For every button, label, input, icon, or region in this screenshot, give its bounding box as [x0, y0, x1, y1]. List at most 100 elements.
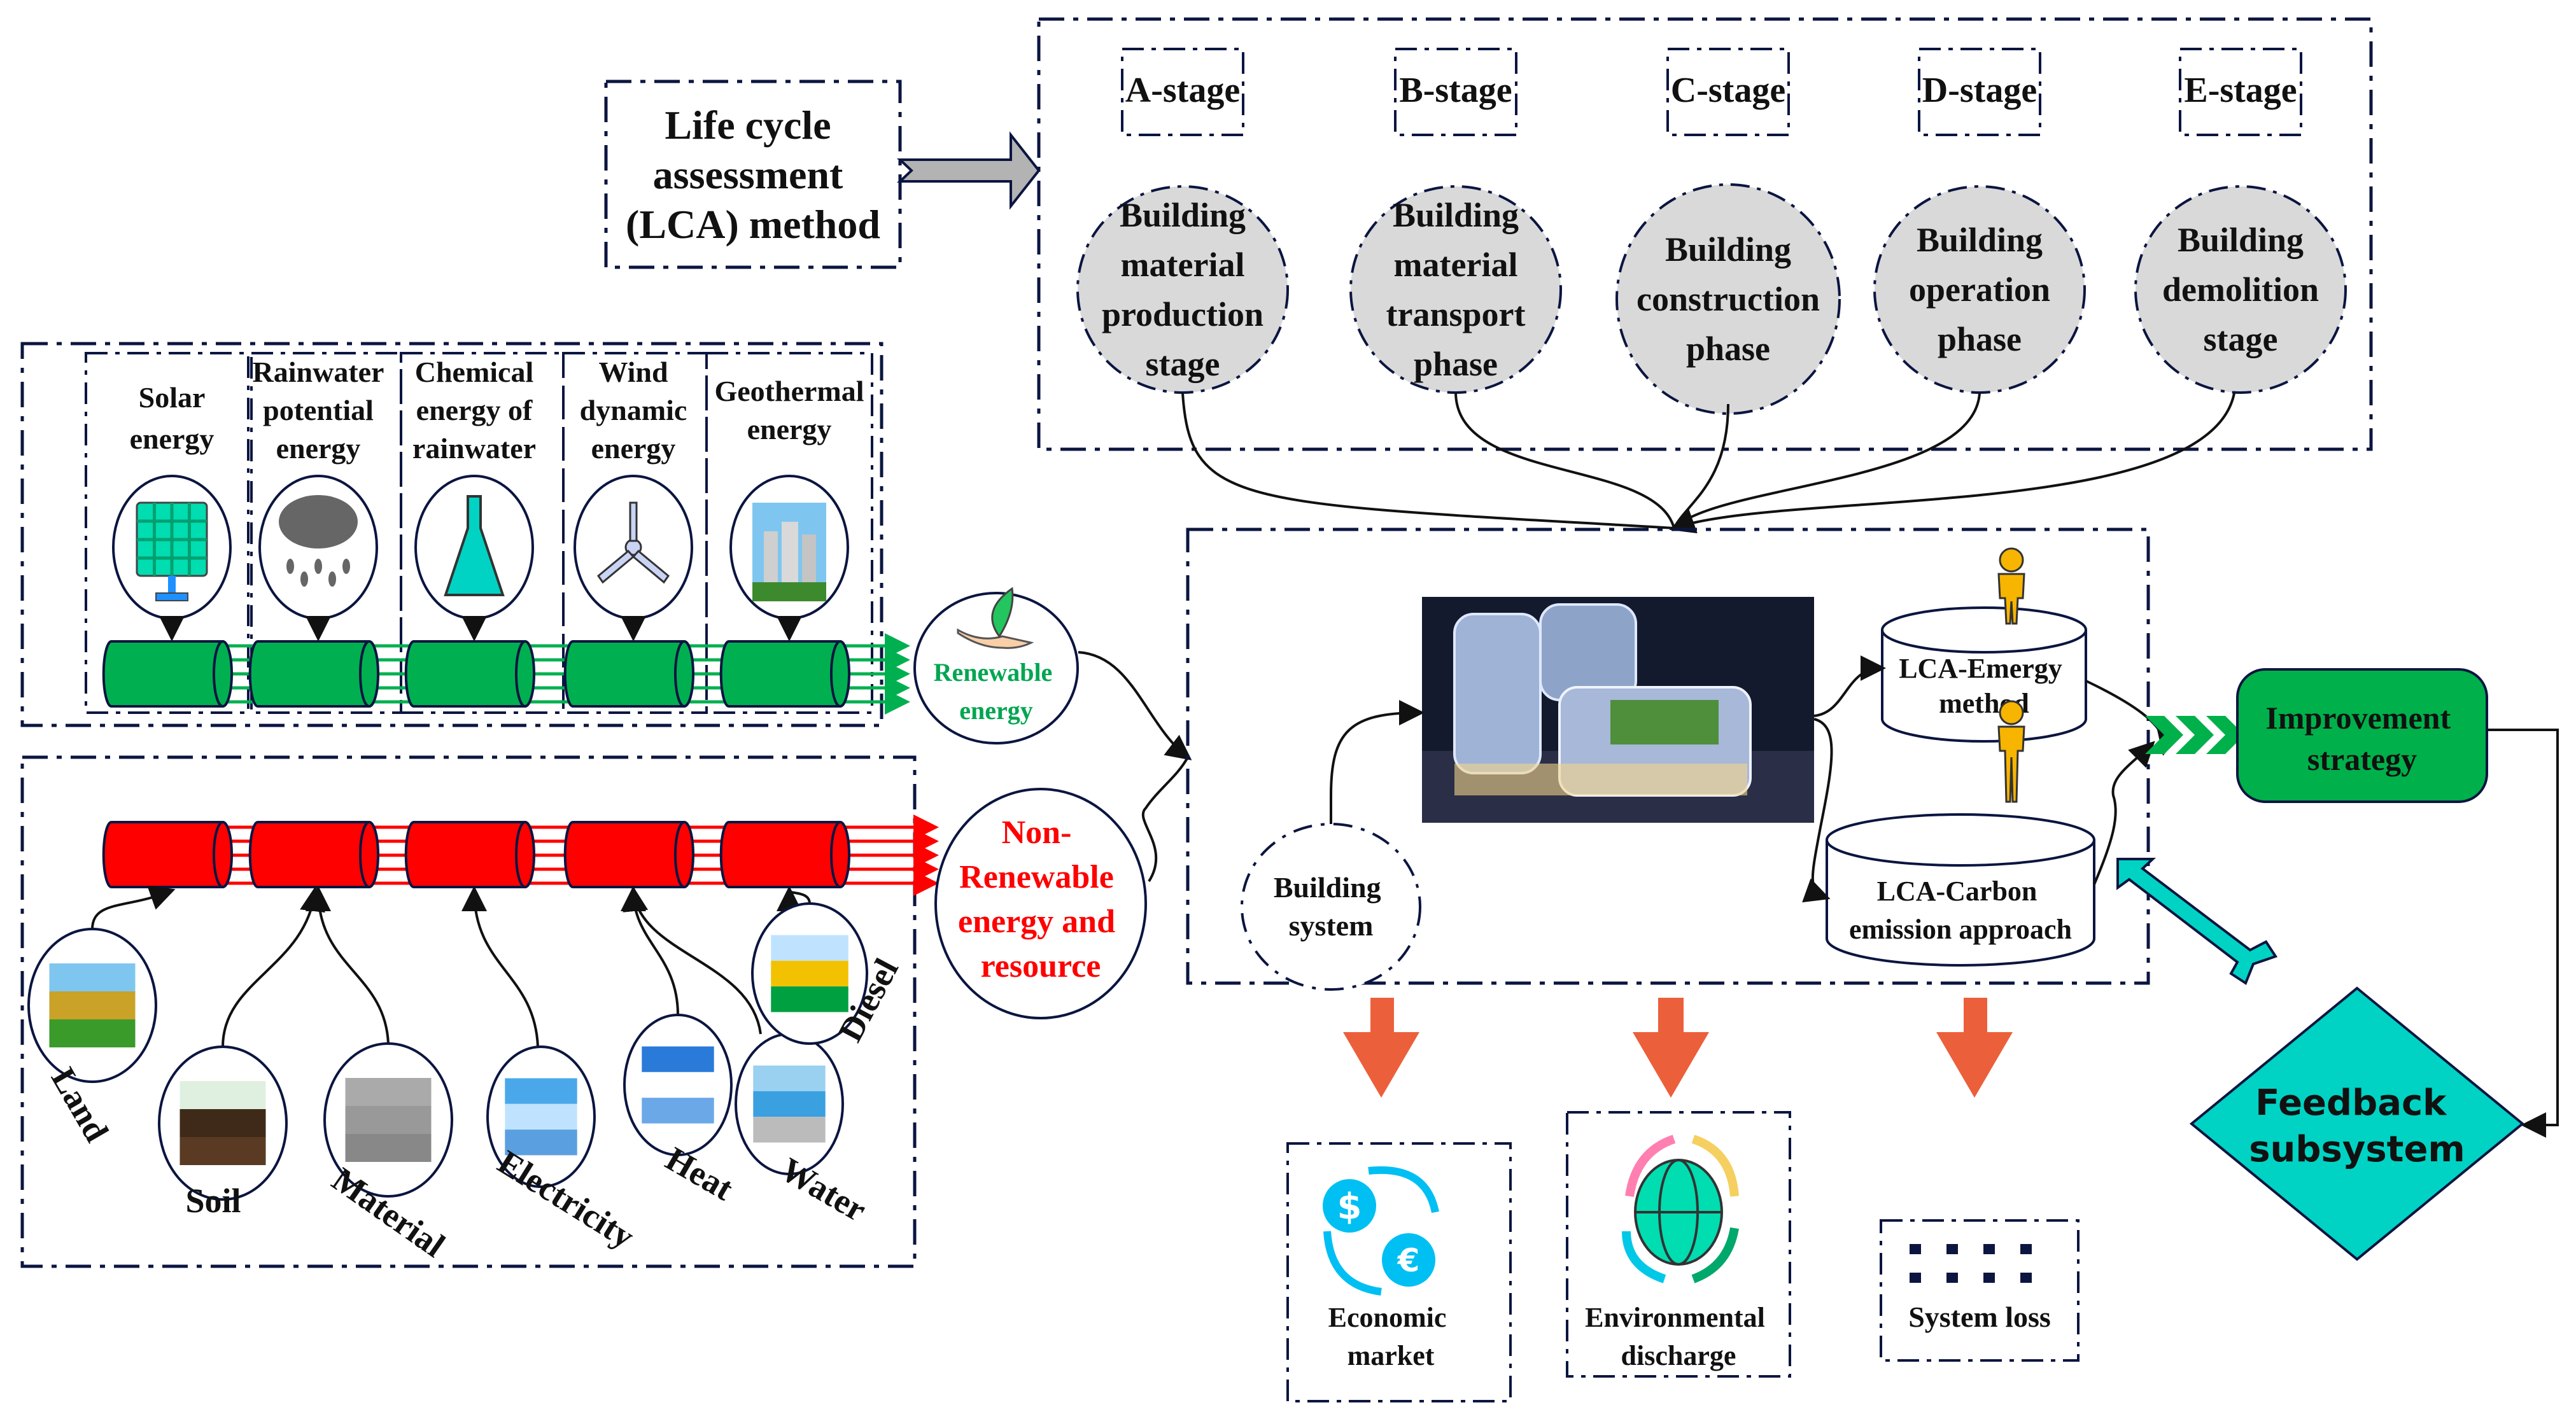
stage-code-label: C-stage — [1671, 71, 1785, 110]
stage-phase-line: material — [1394, 246, 1518, 284]
feedback-line-2: subsystem — [2249, 1129, 2465, 1170]
renewable-energy-line-1: Renewable — [934, 658, 1053, 687]
stage-phase-line: demolition — [2162, 270, 2319, 309]
renewable-source-line: Wind — [598, 356, 668, 388]
lca-carbon-cylinder: LCA-Carbon emission approach — [1826, 813, 2095, 967]
stage-e-stage: E-stage Building demolition stage — [2134, 48, 2347, 394]
nonrenewable-cylinder — [248, 821, 379, 888]
building-photo — [1422, 597, 1814, 823]
renewable-source-line: rainwater — [412, 432, 536, 465]
system-loss-label: System loss — [1908, 1301, 2051, 1333]
stage-phase-line: stage — [1146, 345, 1220, 383]
source-to-cylinder-arrow — [91, 885, 176, 930]
system-loss-box: System loss — [1880, 1219, 2080, 1362]
stage-phase-line: transport — [1386, 295, 1526, 333]
stage-code-label: B-stage — [1399, 71, 1512, 110]
svg-text:System loss: System loss — [1908, 1301, 2051, 1333]
renewable-cylinder — [563, 640, 694, 708]
stage-phase-line: production — [1102, 295, 1263, 333]
renewable-energy-line-2: energy — [959, 696, 1033, 725]
stage-code-label: A-stage — [1125, 71, 1240, 110]
economic-market-box: $ € Economic market — [1286, 1142, 1512, 1402]
source-to-cylinder-arrow — [222, 886, 325, 1047]
improvement-to-feedback-connector — [2487, 729, 2559, 1138]
feedback-to-center-arrow — [2116, 858, 2278, 986]
feedback-line-1: Feedback — [2255, 1082, 2447, 1124]
globe-cycle-icon — [1622, 1135, 1739, 1283]
improvement-line-1: Improvement — [2265, 700, 2451, 736]
stage-code-label: E-stage — [2184, 71, 2297, 110]
nonrenewable-line-1: Non- — [1002, 814, 1072, 851]
improvement-strategy-box: Improvement strategy — [2236, 668, 2488, 803]
source-to-cylinder-arrow — [623, 886, 762, 1035]
dotted-lines-icon — [1910, 1244, 2032, 1283]
stage-c-stage: C-stage Building construction phase — [1615, 48, 1841, 415]
improvement-line-2: strategy — [2307, 741, 2417, 777]
lca-emergy-line-1: LCA-Emergy — [1899, 653, 2062, 684]
stage-phase-line: Building — [2178, 221, 2304, 259]
renewable-source-line: Rainwater — [253, 356, 384, 388]
stage-d-stage: D-stage Building operation phase — [1873, 48, 2086, 394]
renewable-source-label: Chemical energy of rainwater — [412, 356, 536, 465]
svg-text:€: € — [1397, 1242, 1420, 1279]
nonrenewable-source-material: Material — [306, 886, 453, 1264]
currency-exchange-icon: $ € — [1323, 1166, 1439, 1296]
soil-icon — [179, 1081, 266, 1165]
renewable-sources-group: Solar energy Rainwater potential energy Chemi… — [85, 352, 910, 715]
svg-text:$: $ — [1337, 1186, 1362, 1227]
stage-phase-line: stage — [2204, 320, 2278, 358]
photo-to-emergy-connector — [1813, 655, 1886, 717]
lca-emergy-cylinder: LCA-Emergy method — [1881, 606, 2087, 743]
stage-phase-line: phase — [1686, 330, 1770, 368]
land-icon — [49, 963, 136, 1047]
building-system-line-1: Building — [1274, 871, 1381, 904]
stage-b-stage: B-stage Building material transport phase — [1349, 48, 1562, 394]
renewable-energy-node: Renewable energy — [913, 587, 1079, 744]
nonrenewable-source-soil: Soil — [158, 886, 325, 1220]
lca-to-stages-arrow — [896, 131, 1041, 210]
renewable-source-line: Chemical — [415, 356, 534, 388]
environmental-line-2: discharge — [1621, 1340, 1736, 1371]
stage-phase-line: material — [1121, 246, 1245, 284]
stage-a-stage: A-stage Building material production stage — [1076, 48, 1289, 394]
chevron-arrows-icon — [2145, 716, 2244, 754]
lca-method-line-3: (LCA) method — [626, 202, 880, 247]
renewable-source-label: Solar energy — [130, 381, 215, 455]
renewable-source-label: Rainwater potential energy — [253, 356, 384, 465]
svg-text:Economic market: Economic market — [1328, 1302, 1454, 1371]
renewable-cylinder — [404, 640, 535, 708]
nonrenewable-line-3: energy and — [958, 904, 1115, 940]
nonrenewable-source-label: Soil — [185, 1182, 241, 1220]
nonrenewable-sources-group: LandSoil Material Electricity Heat Water Dies… — [27, 814, 939, 1264]
stage-connectors — [1181, 393, 2235, 534]
source-to-cylinder-arrow — [777, 886, 811, 912]
renewable-source-line: energy — [130, 423, 215, 455]
economic-line-2: market — [1348, 1340, 1435, 1371]
nonrenewable-source-electricity: Electricity — [461, 886, 641, 1256]
economic-line-1: Economic — [1328, 1302, 1447, 1333]
nonrenewable-cylinder — [719, 821, 850, 888]
output-arrows — [1343, 998, 2013, 1098]
building-system-line-2: system — [1289, 909, 1374, 942]
lca-carbon-line-1: LCA-Carbon — [1877, 876, 2038, 907]
nonrenewable-cylinder — [102, 821, 233, 888]
renewable-source-line: Geothermal — [714, 375, 864, 407]
nonrenewable-energy-node: Non- Renewable energy and resource — [934, 788, 1147, 1019]
renewable-source-line: energy — [591, 432, 676, 465]
nonrenewable-source-label: Water — [775, 1150, 873, 1229]
dam-icon — [753, 1065, 826, 1143]
svg-text:Environmental discharge: Environmental discharge — [1585, 1302, 1772, 1371]
fuel-nozzle-icon — [771, 935, 848, 1012]
renewable-source-line: energy — [747, 413, 832, 445]
stages-group: A-stage Building material production stage B-… — [1076, 48, 2347, 415]
nonrenewable-source-diesel: Diesel — [751, 886, 906, 1048]
nonrenewable-cylinder — [404, 821, 535, 888]
stage-phase-line: phase — [1938, 320, 2022, 358]
feedback-subsystem-diamond: Feedback subsystem — [2189, 986, 2525, 1261]
renewable-source-line: Solar — [139, 381, 206, 414]
building-system-node: Building system — [1241, 823, 1421, 991]
lca-framework-diagram: Life cycle assessment (LCA) method A-sta… — [20, 17, 2559, 1402]
stage-phase-line: Building — [1393, 196, 1519, 234]
nonrenewable-source-land: Land — [27, 885, 176, 1148]
renewable-source-line: dynamic — [580, 394, 687, 426]
